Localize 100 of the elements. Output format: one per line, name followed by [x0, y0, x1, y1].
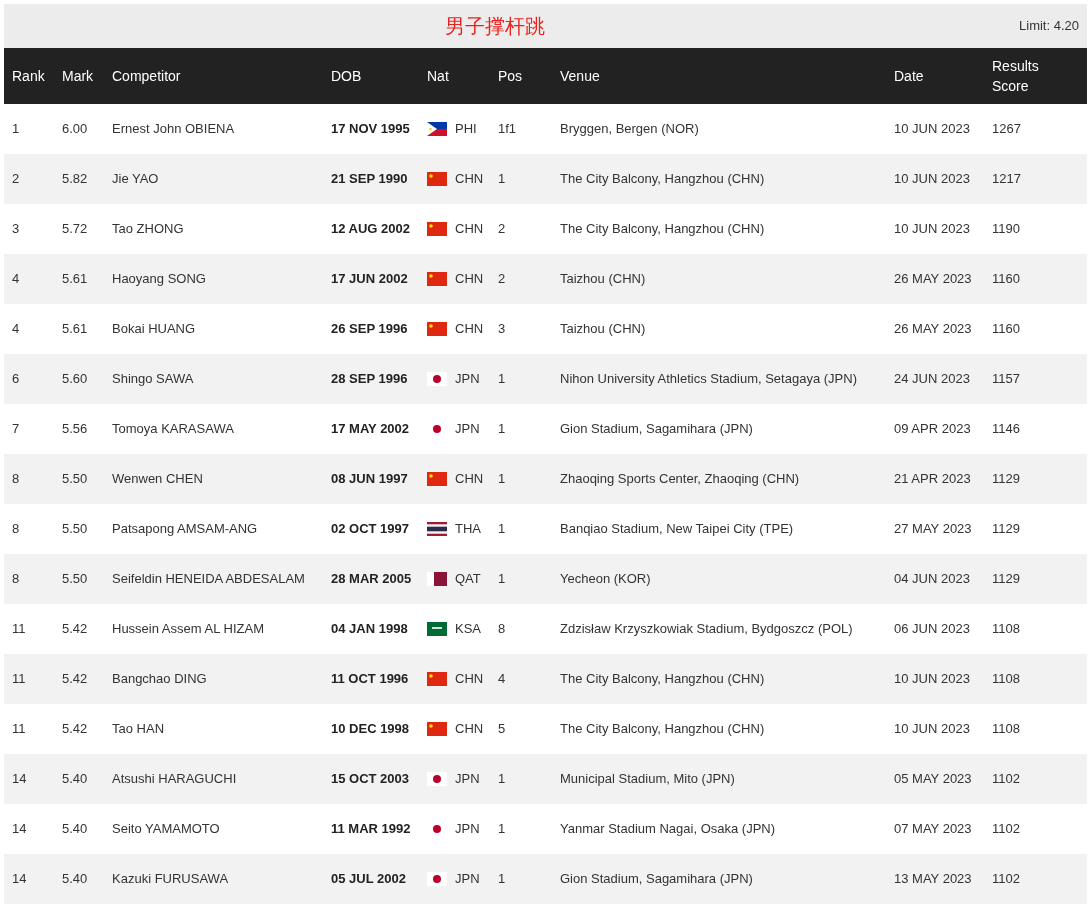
venue-cell-text: Zdzisław Krzyszkowiak Stadium, Bydgoszcz (POL) [559, 620, 854, 639]
nationality-cell-text: THA [455, 520, 481, 539]
column-header: Rank [11, 67, 46, 86]
date-cell-text: 26 MAY 2023 [893, 270, 973, 289]
flag-icon [427, 622, 447, 636]
dob-cell-text: 21 SEP 1990 [330, 170, 409, 189]
dob-cell-text: 11 OCT 1996 [330, 670, 410, 689]
mark-cell-text: 5.82 [61, 170, 89, 189]
rank-cell-text: 11 [11, 670, 27, 689]
dob-cell-text: 28 SEP 1996 [330, 370, 409, 389]
venue-cell-text: The City Balcony, Hangzhou (CHN) [559, 670, 766, 689]
score-cell-text: 1157 [991, 370, 1021, 389]
rank-cell-text: 4 [11, 320, 21, 339]
rank-cell-text: 8 [11, 470, 21, 489]
score-cell-text: 1160 [991, 320, 1021, 339]
flag-icon [427, 672, 447, 686]
score-cell-text: 1129 [991, 520, 1021, 539]
competitor-cell-text: Tao HAN [111, 720, 166, 739]
score-cell-text: 1108 [991, 720, 1021, 739]
score-cell-text: 1108 [991, 620, 1021, 639]
competitor-cell-text: Haoyang SONG [111, 270, 207, 289]
date-cell-text: 27 MAY 2023 [893, 520, 973, 539]
rank-cell-text: 8 [11, 520, 21, 539]
column-header: DOB [330, 67, 363, 86]
limit-label: Limit: 4.20 [1019, 17, 1079, 36]
rank-cell-text: 1 [11, 120, 21, 139]
score-cell-text: 1108 [991, 670, 1021, 689]
venue-cell-text: Yecheon (KOR) [559, 570, 652, 589]
column-header: Results Score [991, 57, 1040, 96]
dob-cell-text: 08 JUN 1997 [330, 470, 409, 489]
score-cell-text: 1102 [991, 870, 1021, 889]
dob-cell-text: 10 DEC 1998 [330, 720, 411, 739]
mark-cell-text: 5.40 [61, 870, 89, 889]
rank-cell-text: 7 [11, 420, 21, 439]
rank-cell-text: 14 [11, 820, 28, 839]
rank-cell-text: 6 [11, 370, 21, 389]
mark-cell-text: 5.40 [61, 770, 89, 789]
mark-cell-text: 5.50 [61, 570, 89, 589]
flag-icon [427, 222, 447, 236]
position-cell-text: 4 [497, 670, 507, 689]
dob-cell-text: 17 MAY 2002 [330, 420, 411, 439]
venue-cell-text: The City Balcony, Hangzhou (CHN) [559, 170, 766, 189]
position-cell-text: 5 [497, 720, 507, 739]
flag-icon [427, 172, 447, 186]
score-cell-text: 1102 [991, 770, 1021, 789]
mark-cell-text: 5.42 [61, 720, 89, 739]
position-cell-text: 2 [497, 220, 507, 239]
competitor-cell-text: Bokai HUANG [111, 320, 197, 339]
nationality-cell-text: JPN [455, 770, 480, 789]
date-cell-text: 10 JUN 2023 [893, 220, 971, 239]
nationality-cell-text: CHN [455, 470, 484, 489]
competitor-cell-text: Seito YAMAMOTO [111, 820, 221, 839]
dob-cell-text: 05 JUL 2002 [330, 870, 407, 889]
venue-cell-text: Nihon University Athletics Stadium, Setagaya (JPN) [559, 370, 858, 389]
nationality-cell-text: JPN [455, 870, 480, 889]
position-cell-text: 8 [497, 620, 507, 639]
nationality-cell-text: CHN [455, 720, 484, 739]
venue-cell-text: The City Balcony, Hangzhou (CHN) [559, 720, 766, 739]
nationality-cell-text: CHN [455, 670, 484, 689]
competitor-cell-text: Tao ZHONG [111, 220, 185, 239]
venue-cell-text: Gion Stadium, Sagamihara (JPN) [559, 870, 754, 889]
rank-cell-text: 4 [11, 270, 21, 289]
date-cell-text: 10 JUN 2023 [893, 120, 971, 139]
dob-cell-text: 15 OCT 2003 [330, 770, 411, 789]
flag-icon [427, 722, 447, 736]
flag-icon [427, 122, 447, 136]
position-cell-text: 1 [497, 370, 507, 389]
column-header: Nat [426, 67, 450, 86]
mark-cell-text: 5.60 [61, 370, 89, 389]
dob-cell-text: 02 OCT 1997 [330, 520, 411, 539]
nationality-cell-text: JPN [455, 420, 480, 439]
mark-cell-text: 5.50 [61, 470, 89, 489]
competitor-cell-text: Wenwen CHEN [111, 470, 204, 489]
competitor-cell-text: Tomoya KARASAWA [111, 420, 235, 439]
score-cell-text: 1267 [991, 120, 1022, 139]
competitor-cell-text: Shingo SAWA [111, 370, 195, 389]
score-cell-text: 1160 [991, 270, 1021, 289]
flag-icon [427, 372, 447, 386]
flag-icon [427, 772, 447, 786]
dob-cell-text: 26 SEP 1996 [330, 320, 409, 339]
flag-icon [427, 322, 447, 336]
nationality-cell-text: CHN [455, 270, 484, 289]
nationality-cell-text: JPN [455, 820, 480, 839]
venue-cell-text: Taizhou (CHN) [559, 320, 647, 339]
position-cell-text: 1 [497, 470, 507, 489]
score-cell-text: 1129 [991, 470, 1021, 489]
mark-cell-text: 5.61 [61, 270, 89, 289]
rank-cell-text: 14 [11, 870, 28, 889]
rank-cell-text: 11 [11, 720, 27, 739]
venue-cell-text: Taizhou (CHN) [559, 270, 647, 289]
date-cell-text: 10 JUN 2023 [893, 170, 971, 189]
competitor-cell-text: Kazuki FURUSAWA [111, 870, 230, 889]
date-cell-text: 21 APR 2023 [893, 470, 972, 489]
column-header: Competitor [111, 67, 182, 86]
competitor-cell-text: Atsushi HARAGUCHI [111, 770, 238, 789]
nationality-cell-text: CHN [455, 220, 484, 239]
dob-cell-text: 11 MAR 1992 [330, 820, 412, 839]
date-cell-text: 06 JUN 2023 [893, 620, 971, 639]
venue-cell-text: Gion Stadium, Sagamihara (JPN) [559, 420, 754, 439]
score-cell-text: 1129 [991, 570, 1021, 589]
